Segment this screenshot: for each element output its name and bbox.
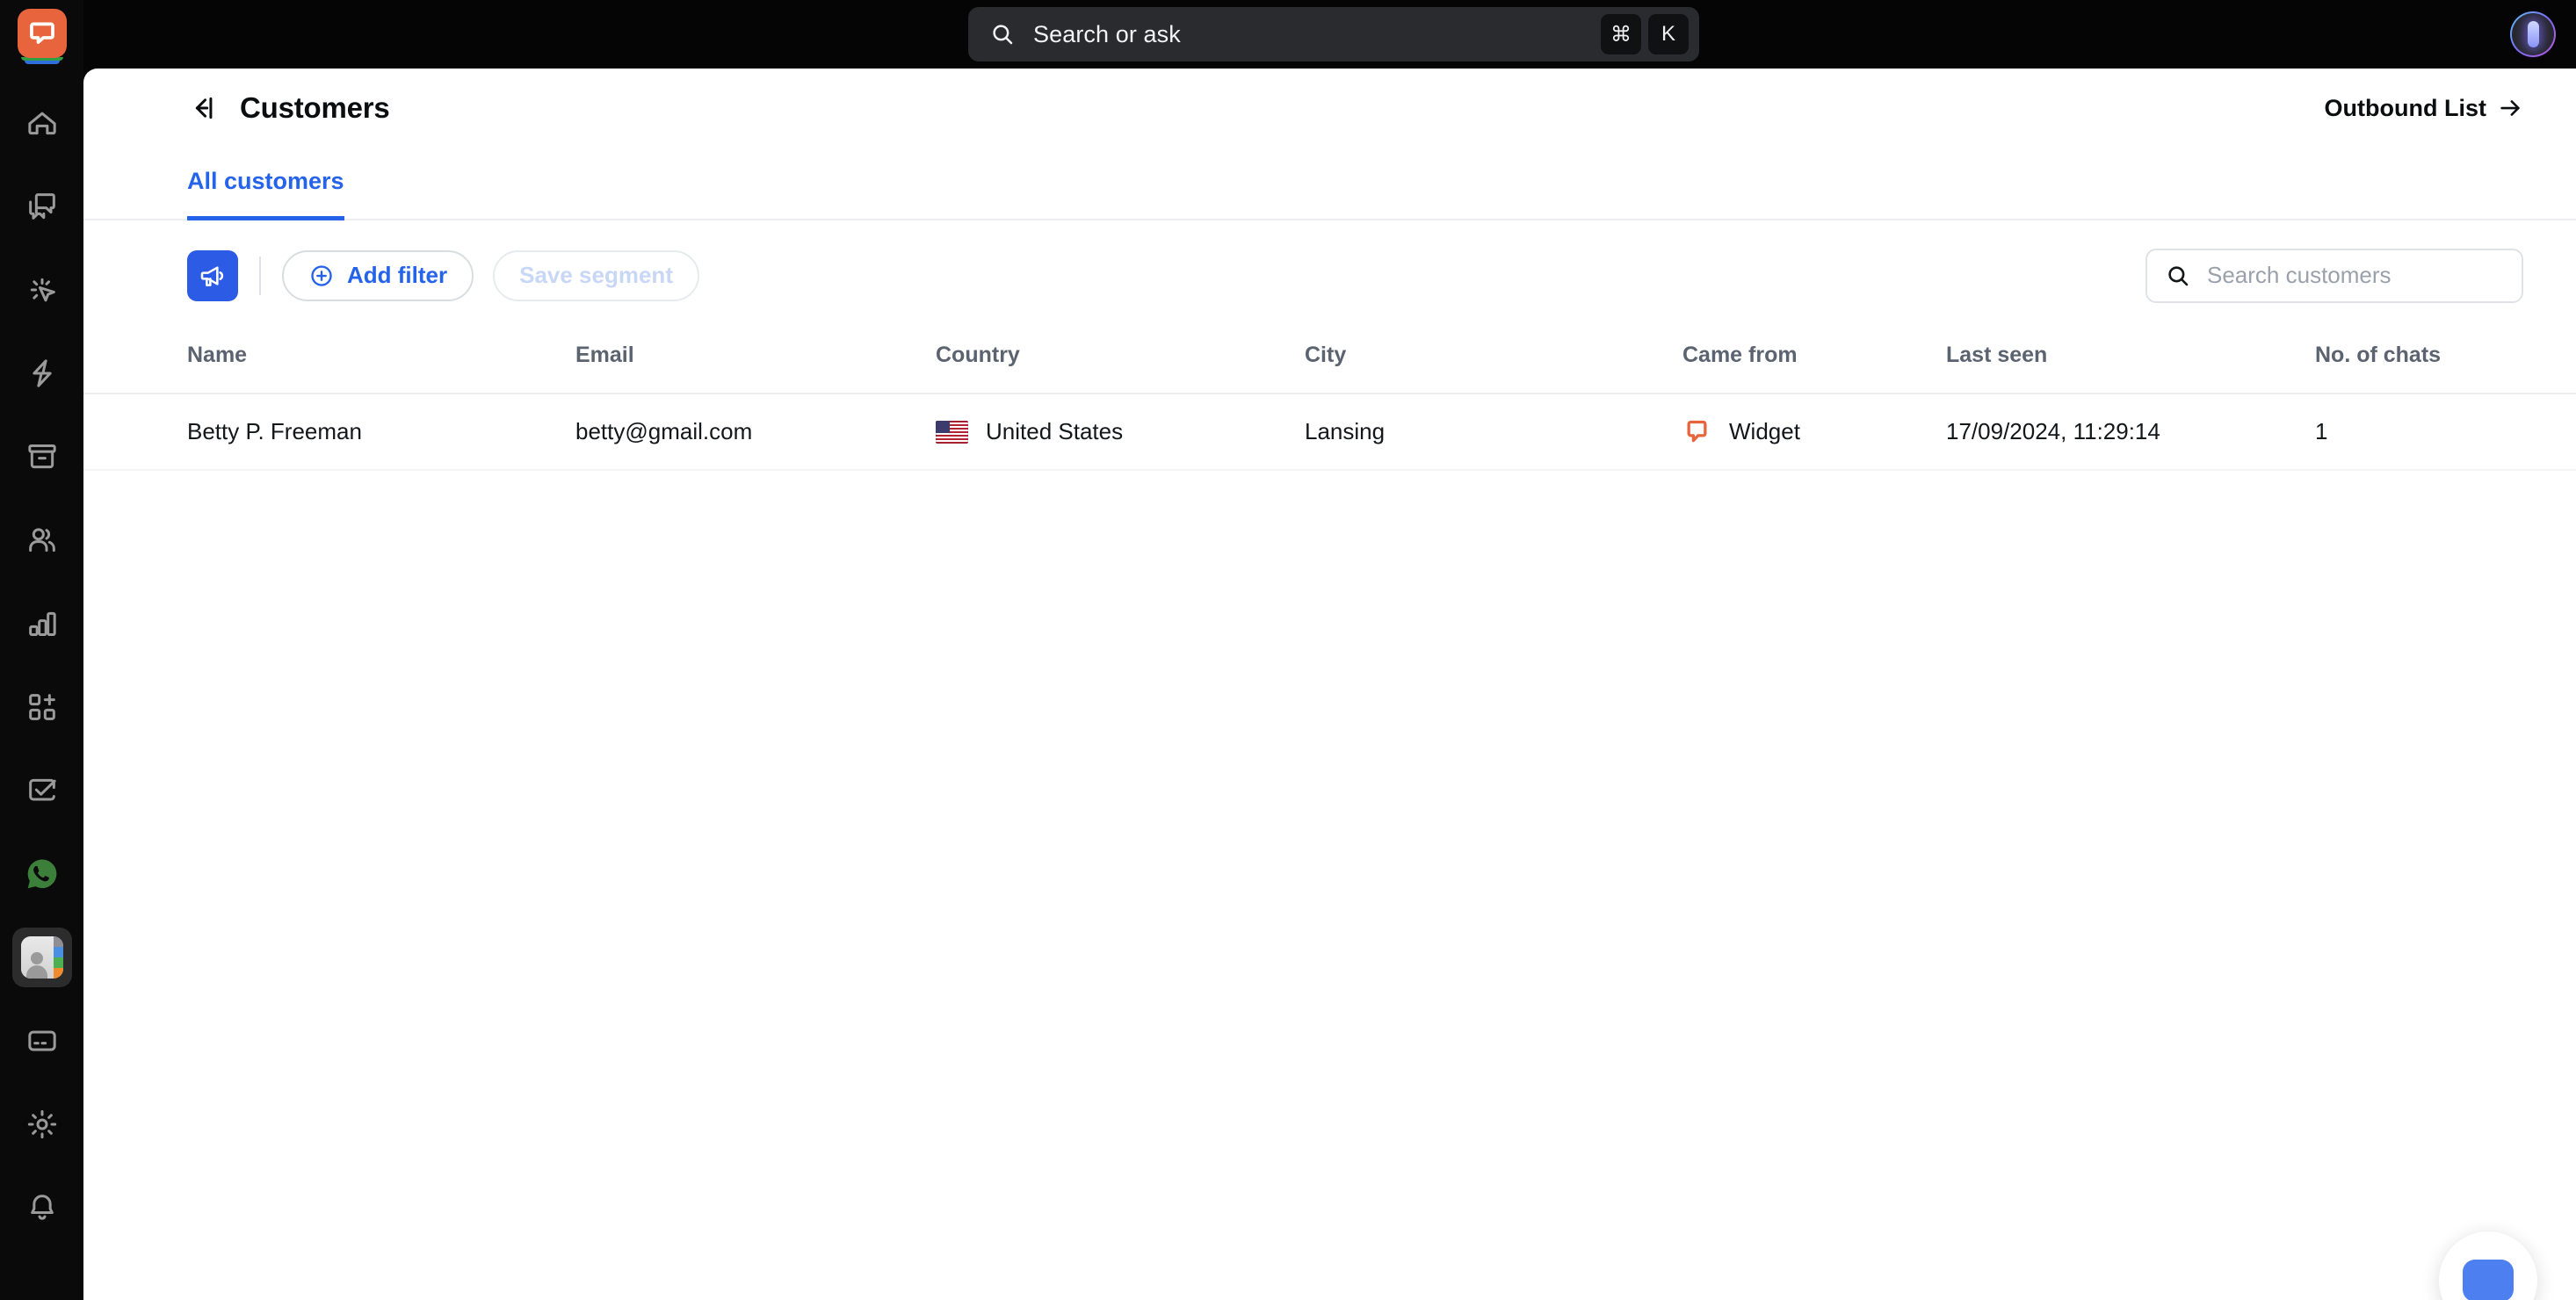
- search-icon: [2168, 265, 2189, 285]
- sidebar-item-whatsapp[interactable]: [12, 844, 72, 904]
- contacts-icon: [20, 936, 63, 979]
- cell-country-label: United States: [986, 418, 1124, 444]
- archive-box-icon: [27, 444, 56, 469]
- cell-name: Betty P. Freeman: [83, 394, 575, 471]
- add-filter-label: Add filter: [347, 262, 448, 288]
- left-nav-rail: [0, 0, 83, 1300]
- sidebar-item-apps[interactable]: [12, 677, 72, 737]
- page-title: Customers: [240, 91, 390, 124]
- sidebar-item-tasks[interactable]: [12, 761, 72, 820]
- shortcut-key-k: K: [1648, 14, 1689, 54]
- customers-table: Name Email Country City Came from Last s…: [83, 330, 2576, 471]
- logo-square: [17, 9, 67, 58]
- us-flag-icon: [936, 420, 968, 444]
- toolbar-divider: [259, 256, 261, 295]
- cursor-sparkle-icon: [30, 278, 55, 302]
- column-header-email[interactable]: Email: [575, 330, 936, 394]
- home-icon: [27, 112, 56, 135]
- chat-widget-launcher[interactable]: [2439, 1231, 2537, 1300]
- table-row[interactable]: Betty P. Freeman betty@gmail.com United …: [83, 394, 2576, 471]
- livechat-widget-icon: [1682, 417, 1711, 446]
- save-segment-label: Save segment: [519, 262, 673, 288]
- cell-last-seen: 17/09/2024, 11:29:14: [1946, 394, 2315, 471]
- sidebar-item-team[interactable]: [12, 510, 72, 570]
- sidebar-item-engage[interactable]: [12, 260, 72, 320]
- sidebar-item-archives[interactable]: [12, 427, 72, 487]
- sidebar-item-automation[interactable]: [12, 343, 72, 403]
- app-root: Search or ask ⌘ K Customers Outbound Lis…: [0, 0, 2576, 1300]
- filter-toolbar: Add filter Save segment Search customers: [83, 220, 2576, 330]
- tab-all-customers[interactable]: All customers: [187, 168, 344, 220]
- column-header-name[interactable]: Name: [83, 330, 575, 394]
- shortcut-key-command: ⌘: [1601, 14, 1641, 54]
- people-icon: [28, 528, 55, 552]
- sidebar-item-notifications[interactable]: [12, 1178, 72, 1238]
- table-header: Name Email Country City Came from Last s…: [83, 330, 2576, 394]
- global-search-bar[interactable]: Search or ask ⌘ K: [968, 7, 1699, 61]
- column-header-country[interactable]: Country: [936, 330, 1305, 394]
- credit-card-icon: [27, 1030, 56, 1051]
- rail-item-list: [0, 93, 83, 1261]
- speech-bubble-icon: [29, 22, 54, 44]
- sidebar-item-billing[interactable]: [12, 1011, 72, 1071]
- collapse-sidebar-icon[interactable]: [187, 93, 217, 123]
- bar-chart-icon: [28, 611, 56, 636]
- broadcast-button[interactable]: [187, 249, 238, 301]
- arrow-right-icon: [2500, 100, 2520, 116]
- outbound-list-label: Outbound List: [2324, 94, 2486, 121]
- main-panel: Customers Outbound List All customers Ad…: [83, 69, 2576, 1300]
- bell-icon: [30, 1195, 54, 1220]
- ai-orb-icon: [2527, 21, 2539, 47]
- contacts-person-silhouette: [25, 952, 48, 979]
- lightning-bolt-icon: [32, 359, 52, 387]
- ai-assistant-avatar[interactable]: [2510, 11, 2556, 57]
- megaphone-icon: [200, 265, 224, 286]
- whatsapp-icon: [27, 859, 56, 889]
- cell-country: United States: [936, 394, 1305, 471]
- logo-strip-blue: [24, 61, 60, 64]
- save-segment-button[interactable]: Save segment: [493, 249, 699, 301]
- chat-bubble-icon: [2463, 1260, 2514, 1300]
- cell-came-from: Widget: [1682, 394, 1946, 471]
- sidebar-item-chats[interactable]: [12, 177, 72, 236]
- apps-plus-icon: [28, 694, 55, 720]
- contacts-photo: [20, 936, 54, 979]
- cell-came-from-label: Widget: [1729, 418, 1800, 444]
- column-header-came-from[interactable]: Came from: [1682, 330, 1946, 394]
- livechat-logo[interactable]: [14, 9, 70, 65]
- chats-icon: [28, 193, 55, 220]
- table-body: Betty P. Freeman betty@gmail.com United …: [83, 394, 2576, 471]
- cell-no-of-chats: 1: [2315, 394, 2576, 471]
- sidebar-item-home[interactable]: [12, 93, 72, 153]
- arrow-left-bar-icon: [195, 97, 213, 119]
- global-search-placeholder: Search or ask: [1033, 20, 1181, 47]
- cell-email: betty@gmail.com: [575, 394, 936, 471]
- search-customers-placeholder: Search customers: [2207, 262, 2391, 288]
- tab-bar: All customers: [83, 148, 2576, 220]
- column-header-city[interactable]: City: [1305, 330, 1682, 394]
- column-header-no-of-chats[interactable]: No. of chats: [2315, 330, 2576, 394]
- cell-city: Lansing: [1305, 394, 1682, 471]
- sidebar-item-settings[interactable]: [12, 1094, 72, 1154]
- plus-circle-icon: [311, 264, 332, 286]
- table-header-row: Name Email Country City Came from Last s…: [83, 330, 2576, 394]
- add-filter-button[interactable]: Add filter: [282, 249, 474, 301]
- search-customers-input[interactable]: Search customers: [2145, 248, 2523, 303]
- column-header-last-seen[interactable]: Last seen: [1946, 330, 2315, 394]
- sidebar-item-customers[interactable]: [11, 928, 72, 987]
- search-icon: [993, 25, 1013, 45]
- gear-icon: [27, 1109, 56, 1139]
- checkbox-icon: [28, 778, 56, 801]
- search-shortcut-group: ⌘ K: [1601, 14, 1689, 54]
- page-header: Customers Outbound List: [83, 69, 2576, 148]
- contacts-color-tabs: [53, 936, 63, 979]
- top-bar: Search or ask ⌘ K: [83, 0, 2576, 69]
- outbound-list-link[interactable]: Outbound List: [2325, 95, 2523, 122]
- sidebar-item-reports[interactable]: [12, 594, 72, 654]
